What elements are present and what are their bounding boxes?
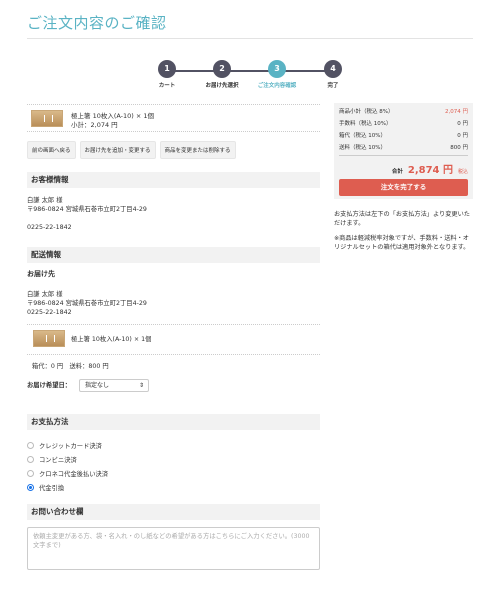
order-summary: 商品小計（税込 8%） 2,074 円 手数料（税込 10%） 0 円 箱代（税… (334, 103, 473, 199)
total-value: 2,874 円 (407, 165, 453, 176)
delivery-phone: 0225-22-1842 (27, 309, 72, 316)
customer-name: 白謙 太郎 様 (27, 197, 63, 204)
delivery-address: 〒986-0824 宮城県石巻市立町2丁目4-29 (27, 300, 147, 307)
payment-option-label: クロネコ代金後払い決済 (39, 471, 109, 478)
cart-item-subtotal: 小計：2,074 円 (71, 121, 118, 129)
summary-value: 2,074 円 (445, 109, 468, 115)
cart-action-buttons: 前の画面へ戻る お届け先を追加・変更する 商品を変更または削除する (27, 141, 236, 159)
cart-item: 極上箸 10枚入(A-10) × 1個 小計：2,074 円 (27, 104, 320, 132)
delivery-date-select[interactable]: 指定なし ⇕ (79, 379, 149, 392)
delivery-item-name: 極上箸 10枚入(A-10) × 1個 (71, 336, 152, 343)
payment-change-note: お支払方法は左下の「お支払方法」より変更いただけます。 (334, 211, 470, 227)
divider (27, 354, 320, 355)
summary-row-fee: 手数料（税込 10%） 0 円 (339, 119, 468, 127)
payment-heading: お支払方法 (27, 414, 320, 430)
summary-value: 0 円 (457, 121, 468, 127)
summary-row-shipping: 送料（税込 10%） 800 円 (339, 143, 468, 151)
total-label: 合計 (391, 169, 403, 175)
product-thumbnail (33, 330, 65, 347)
change-address-button[interactable]: お届け先を追加・変更する (79, 141, 156, 159)
summary-value: 0 円 (457, 133, 468, 139)
divider (27, 324, 320, 325)
page-title: ご注文内容のご確認 (27, 14, 167, 32)
delivery-date-value: 指定なし (85, 382, 110, 389)
radio-selected-icon[interactable] (27, 484, 34, 491)
step-label: ご注文内容確認 (257, 83, 297, 89)
payment-option-convenience[interactable]: コンビニ決済 (27, 455, 77, 464)
step-number: 1 (158, 60, 176, 78)
tax-note: ※商品は軽減税率対象ですが、手数料・送料・オリジナルセットの箱代は適用対象外とな… (334, 235, 470, 251)
payment-option-label: クレジットカード決済 (39, 443, 102, 450)
step-complete: 4 完了 (303, 60, 363, 89)
step-confirm: 3 ご注文内容確認 (247, 60, 307, 89)
summary-label: 送料（税込 10%） (339, 145, 386, 151)
radio-icon[interactable] (27, 442, 34, 449)
checkout-stepper: 1 カート 2 お届け先選択 3 ご注文内容確認 4 完了 (150, 60, 350, 90)
delivery-subheading: お届け先 (27, 270, 55, 278)
summary-label: 商品小計（税込 8%） (339, 109, 394, 115)
payment-option-kuroneko[interactable]: クロネコ代金後払い決済 (27, 469, 108, 478)
step-label: カート (158, 83, 176, 89)
delivery-name: 白謙 太郎 様 (27, 291, 63, 298)
step-cart: 1 カート (137, 60, 197, 89)
step-address: 2 お届け先選択 (192, 60, 252, 89)
order-details: 極上箸 10枚入(A-10) × 1個 小計：2,074 円 前の画面へ戻る お… (27, 104, 320, 570)
product-thumbnail (31, 110, 63, 127)
inquiry-heading: お問い合わせ欄 (27, 504, 320, 520)
summary-total: 合計 2,874 円 税込 (392, 161, 468, 176)
payment-option-credit[interactable]: クレジットカード決済 (27, 441, 102, 450)
summary-row-subtotal: 商品小計（税込 8%） 2,074 円 (339, 107, 468, 115)
select-arrows-icon: ⇕ (138, 382, 144, 389)
summary-value: 800 円 (450, 145, 468, 151)
summary-label: 手数料（税込 10%） (339, 121, 392, 127)
payment-option-cod[interactable]: 代金引換 (27, 483, 64, 492)
title-divider (27, 38, 473, 39)
customer-info-heading: お客様情報 (27, 172, 320, 188)
customer-address: 〒986-0824 宮城県石巻市立町2丁目4-29 (27, 206, 147, 213)
summary-divider (339, 155, 468, 156)
change-item-button[interactable]: 商品を変更または削除する (159, 141, 236, 159)
delivery-info-heading: 配送情報 (27, 247, 320, 263)
delivery-fees: 箱代：0 円 送料：800 円 (32, 363, 109, 370)
step-label: お届け先選択 (205, 83, 239, 89)
radio-icon[interactable] (27, 456, 34, 463)
customer-phone: 0225-22-1842 (27, 224, 72, 231)
delivery-date-label: お届け希望日： (27, 382, 72, 389)
payment-option-label: 代金引換 (39, 485, 65, 492)
step-number: 3 (268, 60, 286, 78)
summary-row-box: 箱代（税込 10%） 0 円 (339, 131, 468, 139)
step-label: 完了 (327, 83, 339, 89)
complete-order-button[interactable]: 注文を完了する (339, 179, 468, 196)
back-button[interactable]: 前の画面へ戻る (27, 141, 76, 159)
radio-icon[interactable] (27, 470, 34, 477)
step-number: 2 (213, 60, 231, 78)
summary-label: 箱代（税込 10%） (339, 133, 386, 139)
payment-option-label: コンビニ決済 (39, 457, 77, 464)
total-tax-note: 税込 (457, 169, 468, 175)
inquiry-textarea[interactable]: 依頼主変更がある方、袋・名入れ・のし紙などの希望がある方はこちらにご入力ください… (27, 527, 320, 570)
step-number: 4 (324, 60, 342, 78)
